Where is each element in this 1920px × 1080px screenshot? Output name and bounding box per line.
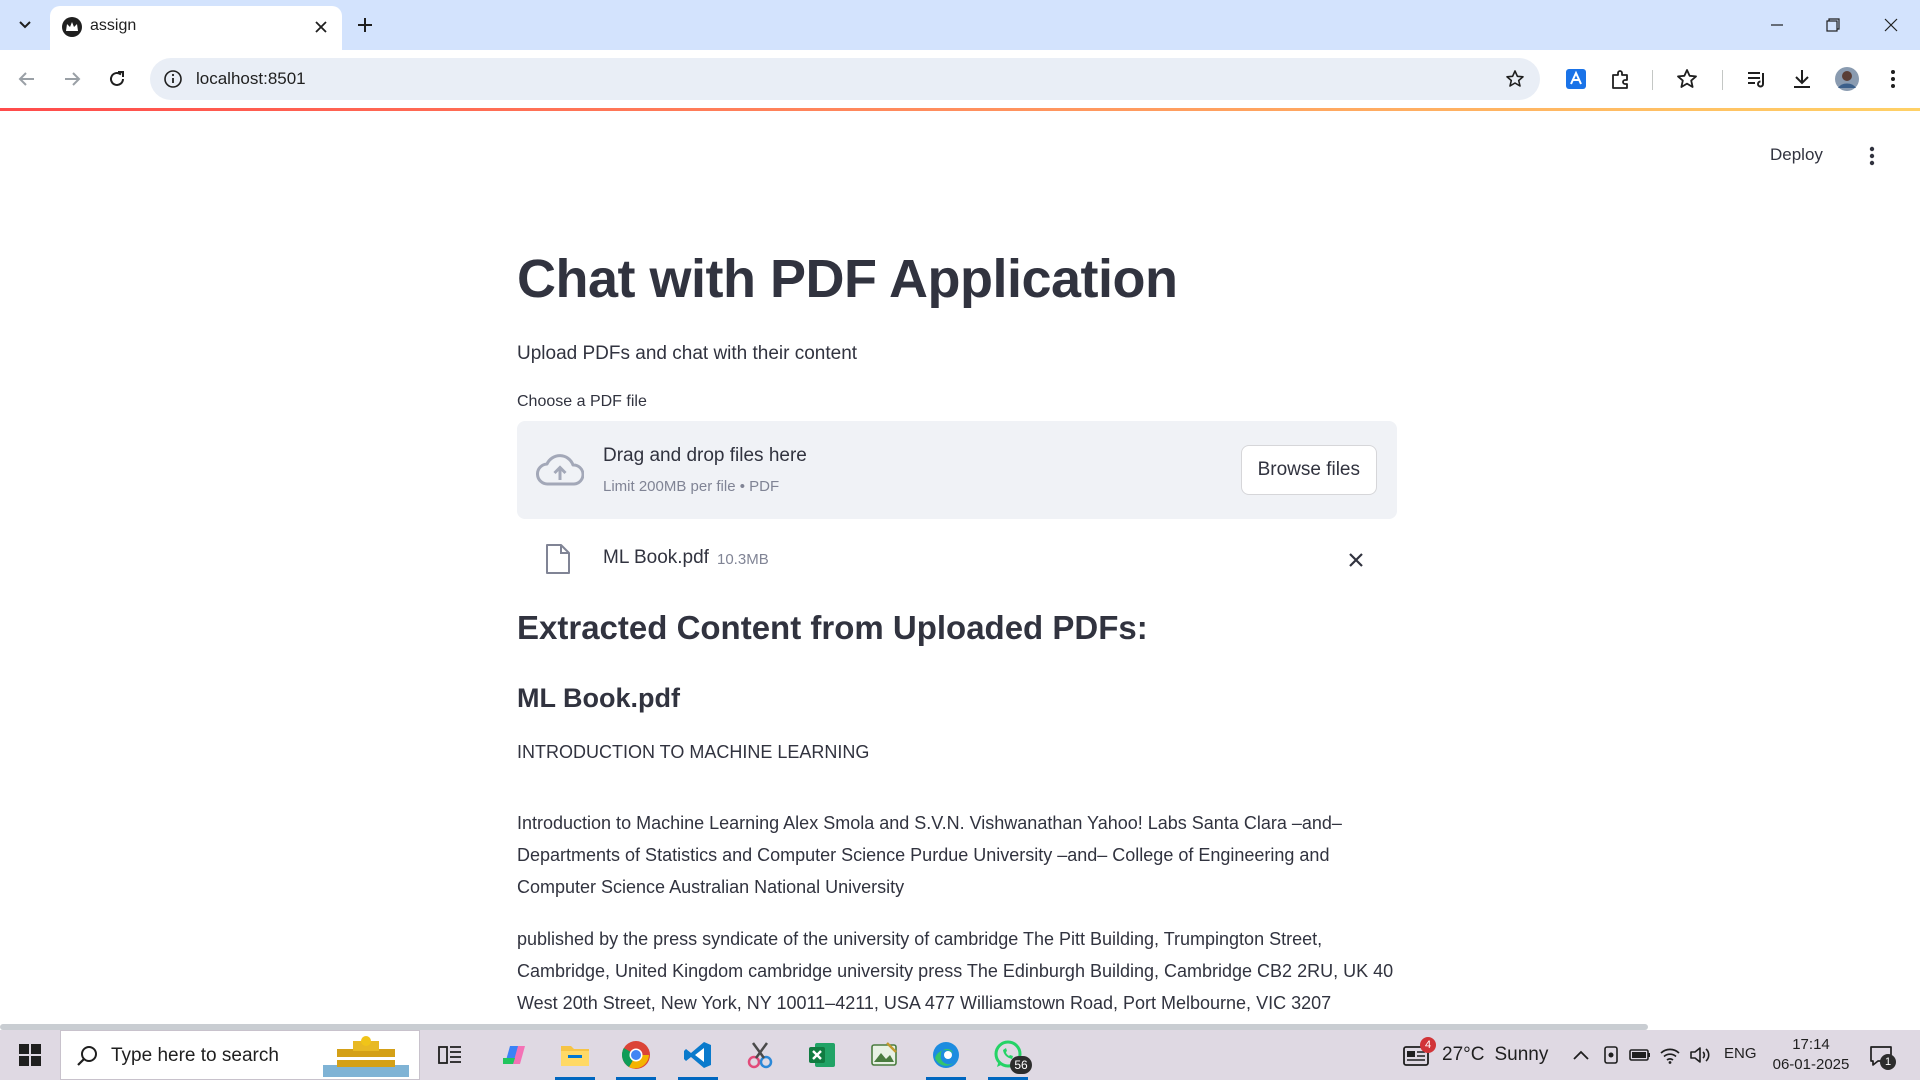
app-menu-icon[interactable]: [1862, 143, 1882, 169]
site-info-icon[interactable]: [162, 68, 184, 90]
meet-now-icon[interactable]: [1600, 1043, 1624, 1067]
extensions-puzzle-icon[interactable]: [1606, 64, 1636, 94]
taskbar-search-placeholder: Type here to search: [111, 1045, 279, 1066]
taskbar-search-box[interactable]: Type here to search: [60, 1030, 420, 1080]
downloads-icon[interactable]: [1787, 64, 1817, 94]
forward-button[interactable]: [57, 64, 87, 94]
photos-app-icon[interactable]: [854, 1030, 914, 1080]
whatsapp-app-icon[interactable]: 56: [978, 1030, 1038, 1080]
cloud-upload-icon: [535, 447, 585, 493]
battery-icon[interactable]: [1628, 1043, 1652, 1067]
tab-search-button[interactable]: [10, 10, 40, 40]
browser-tabstrip: assign: [0, 0, 1920, 50]
windows-taskbar: Type here to search 56 4 27°C Sunny ENG …: [0, 1030, 1920, 1080]
minimize-icon: [1771, 24, 1783, 26]
uploaded-file-name: ML Book.pdf: [603, 547, 709, 569]
chevron-up-icon[interactable]: [1569, 1043, 1593, 1067]
reload-button[interactable]: [102, 64, 132, 94]
bookmark-star-icon[interactable]: [1504, 68, 1526, 90]
file-document-icon: [543, 541, 573, 577]
file-dropzone[interactable]: Drag and drop files here Limit 200MB per…: [517, 421, 1397, 520]
volume-icon[interactable]: [1688, 1043, 1712, 1067]
translate-extension-icon[interactable]: [1561, 64, 1591, 94]
close-window-button[interactable]: [1862, 0, 1920, 50]
streamlit-favicon-icon: [62, 17, 82, 37]
notification-count-badge: 1: [1880, 1054, 1896, 1070]
weather-badge: 4: [1420, 1037, 1436, 1053]
page-subtitle: Upload PDFs and chat with their content: [517, 343, 858, 365]
clock-time: 17:14: [1792, 1036, 1830, 1053]
main-content: Chat with PDF Application Upload PDFs an…: [517, 249, 1397, 1019]
dropzone-limit-text: Limit 200MB per file • PDF: [603, 478, 780, 496]
url-text: localhost:8501: [196, 69, 306, 88]
weather-widget[interactable]: 4 27°C Sunny: [1402, 1030, 1548, 1080]
app-header: Deploy: [0, 111, 1920, 197]
start-button[interactable]: [0, 1030, 60, 1080]
document-heading: ML Book.pdf: [517, 683, 680, 714]
wifi-icon[interactable]: [1658, 1043, 1682, 1067]
close-icon: [1884, 18, 1898, 32]
plus-icon: [358, 18, 372, 32]
search-highlight-image: [323, 1035, 409, 1077]
arrow-right-icon: [65, 72, 81, 86]
uploader-label: Choose a PDF file: [517, 393, 647, 411]
copilot-app-icon[interactable]: [484, 1030, 544, 1080]
uploaded-file-size: 10.3MB: [717, 551, 769, 569]
excel-app-icon[interactable]: [792, 1030, 852, 1080]
clock-date: 06-01-2025: [1772, 1056, 1850, 1073]
remove-file-icon[interactable]: [1343, 547, 1369, 573]
back-button[interactable]: [12, 64, 42, 94]
weather-news-icon: 4: [1402, 1037, 1436, 1069]
task-view-icon[interactable]: [420, 1030, 480, 1080]
media-controls-icon[interactable]: [1742, 64, 1772, 94]
restore-button[interactable]: [1804, 0, 1862, 50]
windows-logo-icon: [19, 1044, 41, 1066]
toolbar-divider: [1722, 70, 1723, 90]
weather-condition: Sunny: [1494, 1044, 1549, 1065]
favorites-icon[interactable]: [1672, 64, 1702, 94]
tab-title: assign: [90, 17, 137, 34]
chevron-down-icon: [19, 21, 31, 29]
input-language[interactable]: ENG: [1724, 1045, 1757, 1062]
restore-icon: [1826, 18, 1840, 32]
document-title-line: INTRODUCTION TO MACHINE LEARNING: [517, 742, 870, 763]
minimize-button[interactable]: [1748, 0, 1806, 50]
dropzone-instructions: Drag and drop files here: [603, 445, 807, 467]
vscode-app-icon[interactable]: [668, 1030, 728, 1080]
document-paragraph: Introduction to Machine Learning Alex Sm…: [517, 813, 1342, 898]
profile-avatar[interactable]: [1832, 64, 1862, 94]
browse-files-button[interactable]: Browse files: [1240, 445, 1377, 496]
deploy-button[interactable]: Deploy: [1770, 145, 1823, 165]
whatsapp-unread-badge: 56: [1010, 1056, 1032, 1074]
browser-tab-active[interactable]: assign: [50, 6, 342, 50]
toolbar-divider: [1652, 70, 1653, 90]
snipping-tool-app-icon[interactable]: [730, 1030, 790, 1080]
extracted-content-heading: Extracted Content from Uploaded PDFs:: [517, 609, 1148, 647]
document-paragraph: published by the press syndicate of the …: [517, 929, 1394, 1014]
weather-temperature: 27°C: [1442, 1044, 1485, 1065]
arrow-left-icon: [18, 72, 34, 86]
file-explorer-app-icon[interactable]: [545, 1030, 605, 1080]
browser-menu-icon[interactable]: [1878, 64, 1908, 94]
reload-icon: [110, 71, 124, 86]
system-clock[interactable]: 17:14 06-01-2025: [1766, 1035, 1856, 1075]
edge-app-icon[interactable]: [916, 1030, 976, 1080]
browser-toolbar: localhost:8501: [0, 50, 1920, 108]
address-bar[interactable]: localhost:8501: [150, 58, 1540, 100]
chrome-app-icon[interactable]: [606, 1030, 666, 1080]
search-icon: [75, 1043, 101, 1069]
tab-close-icon[interactable]: [310, 16, 332, 38]
page-title: Chat with PDF Application: [517, 249, 1178, 309]
notification-center-icon[interactable]: 1: [1866, 1042, 1896, 1070]
new-tab-button[interactable]: [350, 10, 380, 40]
uploaded-file-row: ML Book.pdf 10.3MB: [517, 519, 1397, 599]
